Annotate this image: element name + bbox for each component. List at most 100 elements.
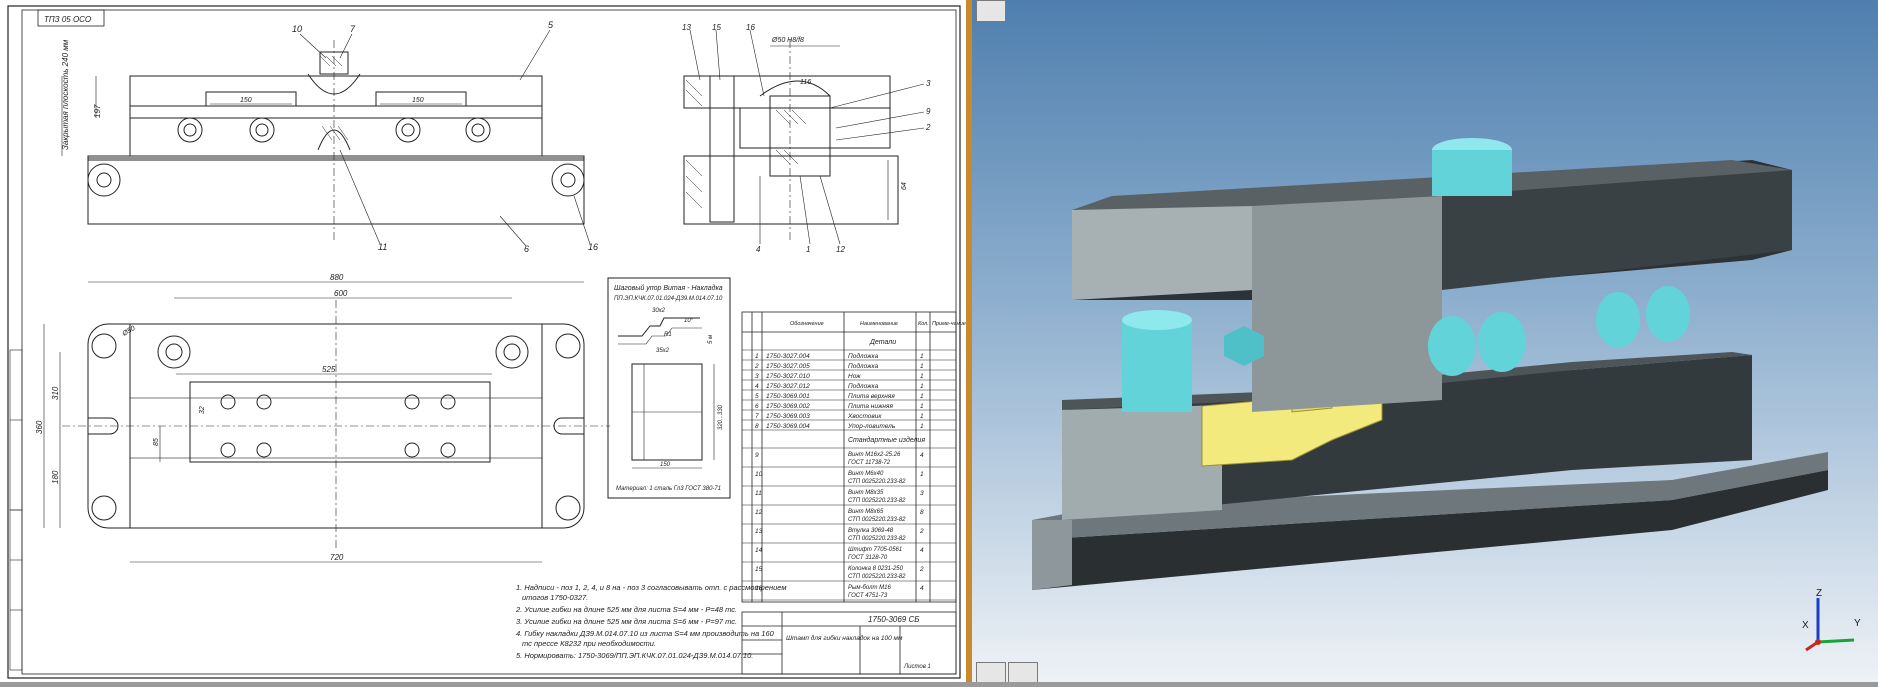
- axis-triad: [1805, 598, 1855, 652]
- table-cell-name: Плита нижняя: [848, 403, 893, 410]
- callout-15: 15: [712, 23, 721, 32]
- table-cell-pos: 1: [755, 353, 759, 360]
- table-cell-pos: 15: [755, 566, 763, 573]
- table-cell-name: СТП 0025220.233-82: [848, 574, 906, 580]
- table-cell-name: ГОСТ 3128-70: [848, 555, 888, 561]
- table-cell-code: 1750-3069.002: [766, 403, 810, 410]
- table-cell-qty: 1: [920, 403, 924, 410]
- table-cell-name: Подложка: [848, 382, 879, 390]
- table-cell-pos: 5: [755, 393, 759, 400]
- table-cell-name: Хвостовик: [847, 413, 882, 420]
- table-cell-code: 1750-3069.004: [766, 423, 810, 430]
- profile-dim-e: 5 м: [708, 335, 714, 344]
- title-block-sheet: Листов 1: [903, 664, 931, 670]
- table-section-title: Стандартные изделия: [848, 436, 925, 444]
- profile-dim-g: 150: [660, 462, 671, 468]
- table-cell-qty: 8: [920, 509, 924, 516]
- view-mode-button[interactable]: [976, 662, 1006, 682]
- table-cell-name: Нож: [848, 373, 861, 380]
- table-section-title: Детали: [869, 339, 896, 346]
- axis-x-label: X: [1802, 620, 1809, 631]
- table-cell-code: 1750-3027.005: [766, 363, 810, 370]
- note-line: 4. Гибку накладки ДЗ9.М.014.07.10 из лис…: [516, 629, 775, 638]
- profile-dim-f: 320...330: [718, 404, 724, 430]
- note-line: 1. Надписи - поз 1, 2, 4, и 8 на - поз 3…: [516, 583, 787, 592]
- sheet-code-stamp: ТПЗ 05 ОСО: [44, 15, 91, 24]
- callout-13: 13: [682, 23, 691, 32]
- profile-material: Материал: 1 сталь Гл3 ГОСТ 380-71: [616, 486, 721, 492]
- guide-pillar: [1122, 320, 1192, 412]
- dim-vertical-note: Закрытая плоскость 240 мм: [61, 39, 70, 150]
- axis-z-label: Z: [1816, 588, 1822, 599]
- callout-11: 11: [378, 242, 387, 252]
- callout-12: 12: [836, 245, 845, 254]
- table-cell-name: ГОСТ 11738-72: [848, 460, 891, 466]
- callout-6: 6: [524, 244, 529, 254]
- table-cell-qty: 4: [920, 585, 924, 592]
- dim-360: 360: [35, 420, 44, 434]
- dim-525: 525: [322, 365, 336, 374]
- table-cell-name: Подложка: [848, 352, 879, 360]
- title-block-code: 1750-3069 СБ: [868, 615, 919, 624]
- table-cell-qty: 1: [920, 383, 924, 390]
- table-cell-name: Колонка 8 0231-250: [848, 566, 904, 572]
- dim-85: 85: [153, 438, 160, 446]
- note-line: 3. Усилие гибки на длине 525 мм для лист…: [516, 617, 737, 626]
- dim-64: 64: [901, 182, 908, 190]
- table-cell-qty: 3: [920, 490, 924, 497]
- table-cell-pos: 10: [755, 471, 763, 478]
- upper-block-face: [1252, 196, 1442, 412]
- axis-y-label: Y: [1854, 618, 1861, 629]
- table-cell-name: Подложка: [848, 362, 879, 370]
- view-mode-button-2[interactable]: [1008, 662, 1038, 682]
- table-cell-name: СТП 0025220.233-82: [848, 498, 906, 504]
- table-cell-pos: 7: [755, 413, 759, 420]
- front-view: [61, 29, 591, 247]
- callout-5: 5: [548, 20, 554, 30]
- profile-dim-a: 30x2: [652, 308, 666, 314]
- table-cell-name: Рым-болт М16: [848, 585, 891, 591]
- table-cell-code: 1750-3069.001: [766, 393, 810, 400]
- upper-plate-front: [1072, 206, 1252, 300]
- table-cell-name: Винт М8x65: [848, 509, 884, 515]
- table-cell-qty: 1: [920, 353, 924, 360]
- table-cell-pos: 8: [755, 423, 759, 430]
- dim-d50: Ø50: [121, 325, 137, 338]
- table-cell-qty: 1: [920, 471, 924, 478]
- table-cell-name: Винт М8x35: [848, 490, 884, 496]
- 3d-viewport[interactable]: Z Y X: [972, 0, 1878, 682]
- dim-h8f8: Ø50 H8/f8: [771, 37, 804, 44]
- table-cell-pos: 14: [755, 547, 763, 554]
- table-header: Обозначение: [790, 321, 824, 327]
- table-cell-name: Упор-ловитель: [847, 423, 896, 430]
- dim-720: 720: [330, 553, 344, 562]
- table-cell-code: 1750-3069.003: [766, 413, 810, 420]
- table-cell-qty: 4: [920, 547, 924, 554]
- drawing-pane[interactable]: ТПЗ 05 ОСО Закрытая плоскость 240 мм 197…: [0, 0, 966, 682]
- table-cell-qty: 1: [920, 373, 924, 380]
- assembly-drawing: ТПЗ 05 ОСО Закрытая плоскость 240 мм 197…: [7, 5, 966, 679]
- note-line: 5. Нормировать: 1750-3069/ПП.ЭП.КЧК.07.0…: [516, 651, 753, 660]
- note-line: тс прессе К8232 при необходимости.: [522, 639, 656, 648]
- table-cell-pos: 12: [755, 509, 763, 516]
- dim-197: 197: [93, 104, 102, 118]
- callout-7: 7: [350, 24, 356, 34]
- table-cell-name: Винт М16x2-25.26: [848, 452, 901, 458]
- table-cell-qty: 1: [920, 393, 924, 400]
- table-cell-name: СТП 0025220.233-82: [848, 536, 906, 542]
- callout-2: 2: [925, 123, 931, 132]
- dim-310: 310: [51, 386, 60, 400]
- view-toolbar-button[interactable]: [976, 0, 1006, 22]
- table-cell-code: 1750-3027.012: [766, 383, 810, 390]
- dim-32: 32: [199, 406, 206, 414]
- table-cell-qty: 1: [920, 413, 924, 420]
- side-section-view: [683, 29, 925, 245]
- sheet-frame: [7, 5, 961, 679]
- callout-3: 3: [926, 79, 931, 88]
- note-line: 2. Усилие гибки на длине 525 мм для лист…: [515, 605, 737, 614]
- dim-600: 600: [334, 289, 348, 298]
- callout-9: 9: [926, 107, 931, 116]
- dim-880: 880: [330, 273, 344, 282]
- title-block-name: Штамп для гибки накладок на 100 мм: [786, 634, 903, 642]
- table-cell-pos: 6: [755, 403, 759, 410]
